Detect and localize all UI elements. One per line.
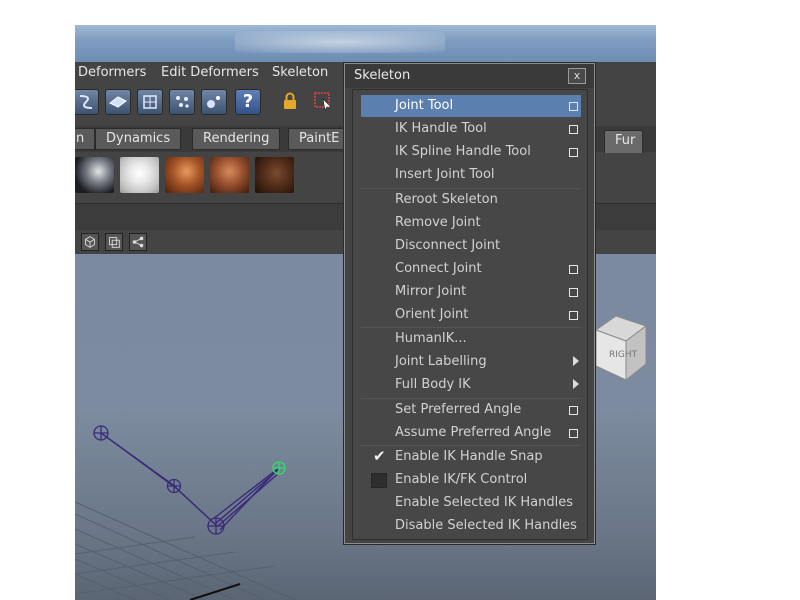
lock-icon[interactable] <box>278 89 304 115</box>
menu-item-ik-spline-handle-tool[interactable]: IK Spline Handle Tool <box>361 141 581 163</box>
tab-painteffects[interactable]: PaintE <box>288 128 351 150</box>
menu-item-label: Disable Selected IK Handles <box>395 518 577 533</box>
submenu-arrow-icon <box>573 356 579 366</box>
menu-item-label: Mirror Joint <box>395 284 467 299</box>
menu-item-joint-tool[interactable]: Joint Tool <box>361 95 581 117</box>
share-icon[interactable] <box>129 233 147 251</box>
menu-item-ik-handle-tool[interactable]: IK Handle Tool <box>361 118 581 140</box>
menu-window-title: Skeleton <box>354 68 411 83</box>
menu-items-panel: Joint Tool IK Handle Tool IK Spline Hand… <box>352 89 588 540</box>
curve-tool-icon[interactable] <box>75 89 99 115</box>
menu-item-label: Disconnect Joint <box>395 238 501 253</box>
option-box-icon[interactable] <box>569 406 578 415</box>
menu-item-label: IK Spline Handle Tool <box>395 144 531 159</box>
option-box-icon[interactable] <box>569 429 578 438</box>
menu-item-humanik[interactable]: HumanIK... <box>361 328 581 350</box>
menu-item-full-body-ik[interactable]: Full Body IK <box>361 374 581 396</box>
selection-mask-icon[interactable] <box>311 89 337 115</box>
menu-item-label: Insert Joint Tool <box>395 167 495 182</box>
menu-item-orient-joint[interactable]: Orient Joint <box>361 304 581 326</box>
menu-item-label: Set Preferred Angle <box>395 402 522 417</box>
window-title-bar <box>75 25 656 62</box>
menu-skeleton[interactable]: Skeleton <box>272 65 328 80</box>
ground-grid <box>75 501 296 600</box>
menu-item-label: Enable IK Handle Snap <box>395 449 543 464</box>
menu-item-mirror-joint[interactable]: Mirror Joint <box>361 281 581 303</box>
menu-item-label: Full Body IK <box>395 377 471 392</box>
menu-item-assume-preferred-angle[interactable]: Assume Preferred Angle <box>361 422 581 444</box>
menu-item-disable-selected-ik-handles[interactable]: Disable Selected IK Handles <box>361 515 581 537</box>
view-cube-label: RIGHT <box>609 350 638 360</box>
menu-item-connect-joint[interactable]: Connect Joint <box>361 258 581 280</box>
menu-window-titlebar[interactable]: Skeleton x <box>345 64 594 88</box>
skeleton-menu-window: Skeleton x Joint Tool IK Handle Tool IK … <box>344 63 595 544</box>
particle-tool-icon[interactable] <box>201 89 227 115</box>
menu-item-label: Orient Joint <box>395 307 469 322</box>
fur-preset-icon[interactable] <box>75 157 114 193</box>
checkbox-icon[interactable] <box>371 473 387 488</box>
fur-preset-icon[interactable] <box>210 157 249 193</box>
option-box-icon[interactable] <box>569 288 578 297</box>
frame-icon[interactable] <box>105 233 123 251</box>
option-box-icon[interactable] <box>569 148 578 157</box>
help-icon[interactable]: ? <box>235 89 261 115</box>
fur-preset-icon[interactable] <box>165 157 204 193</box>
menu-item-set-preferred-angle[interactable]: Set Preferred Angle <box>361 399 581 421</box>
view-cube[interactable]: RIGHT <box>594 315 648 382</box>
menu-item-label: HumanIK... <box>395 331 467 346</box>
menu-item-label: Enable IK/FK Control <box>395 472 528 487</box>
menu-item-label: Remove Joint <box>395 215 481 230</box>
fur-preset-icon[interactable] <box>120 157 159 193</box>
menu-item-label: Joint Labelling <box>395 354 487 369</box>
menu-item-label: Enable Selected IK Handles <box>395 495 574 510</box>
menu-edit-deformers[interactable]: Edit Deformers <box>161 65 259 80</box>
fur-preset-icon[interactable] <box>255 157 294 193</box>
menu-item-label: IK Handle Tool <box>395 121 487 136</box>
menu-item-label: Joint Tool <box>395 98 454 113</box>
menu-item-disconnect-joint[interactable]: Disconnect Joint <box>361 235 581 257</box>
submenu-arrow-icon <box>573 379 579 389</box>
tab-rendering[interactable]: Rendering <box>192 128 281 150</box>
close-button[interactable]: x <box>568 68 586 84</box>
menu-item-enable-ik-handle-snap[interactable]: ✔ Enable IK Handle Snap <box>361 446 581 468</box>
tab-animation[interactable]: n <box>75 128 96 150</box>
menu-item-enable-ik-fk-control[interactable]: Enable IK/FK Control <box>361 469 581 491</box>
lattice-tool-icon[interactable] <box>137 89 163 115</box>
menu-item-reroot-skeleton[interactable]: Reroot Skeleton <box>361 189 581 211</box>
checkmark-icon[interactable]: ✔ <box>373 447 386 465</box>
menu-item-label: Assume Preferred Angle <box>395 425 552 440</box>
cube-icon[interactable] <box>81 233 99 251</box>
joint-chain <box>100 432 281 531</box>
option-box-icon[interactable] <box>569 125 578 134</box>
option-box-icon[interactable] <box>569 265 578 274</box>
menu-item-label: Reroot Skeleton <box>395 192 498 207</box>
menu-item-enable-selected-ik-handles[interactable]: Enable Selected IK Handles <box>361 492 581 514</box>
menu-item-remove-joint[interactable]: Remove Joint <box>361 212 581 234</box>
option-box-icon[interactable] <box>569 311 578 320</box>
menu-item-insert-joint-tool[interactable]: Insert Joint Tool <box>361 164 581 186</box>
menu-item-label: Connect Joint <box>395 261 482 276</box>
option-box-icon[interactable] <box>569 102 578 111</box>
cluster-tool-icon[interactable] <box>169 89 195 115</box>
ik-handle <box>272 461 286 475</box>
menu-item-joint-labelling[interactable]: Joint Labelling <box>361 351 581 373</box>
tab-dynamics[interactable]: Dynamics <box>95 128 182 150</box>
plane-tool-icon[interactable] <box>105 89 131 115</box>
menu-deformers[interactable]: Deformers <box>78 65 146 80</box>
